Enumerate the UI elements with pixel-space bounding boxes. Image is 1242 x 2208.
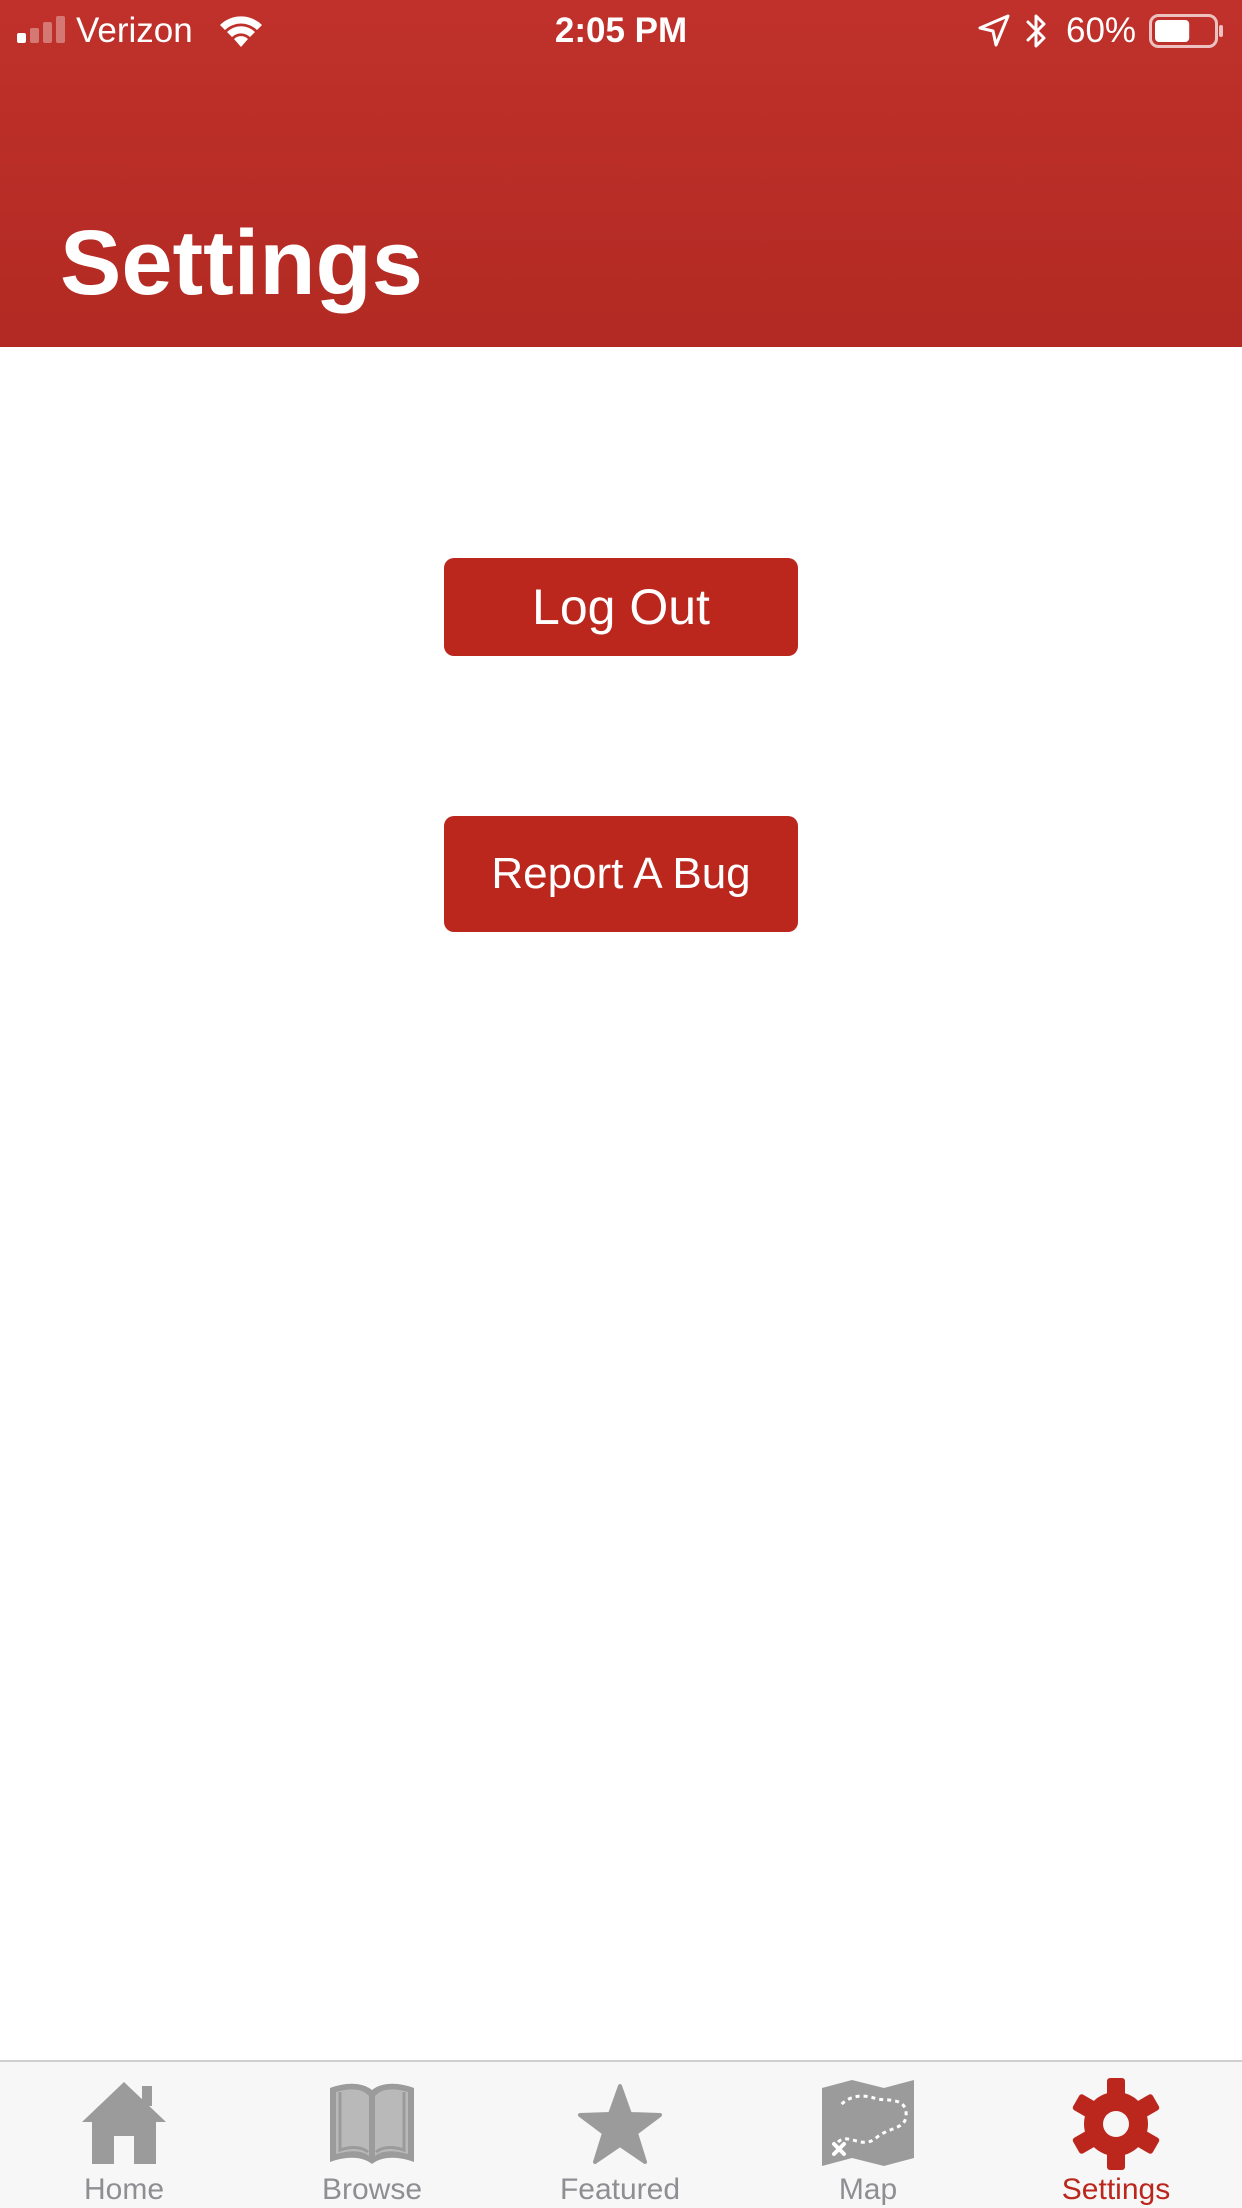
log-out-button[interactable]: Log Out: [444, 558, 798, 656]
clock: 2:05 PM: [554, 11, 688, 50]
location-arrow-icon: [978, 14, 1010, 47]
tab-featured[interactable]: Featured: [496, 2062, 744, 2208]
header: Verizon 2:05 PM 60% Settings: [0, 0, 1242, 347]
tab-label: Featured: [559, 2173, 681, 2206]
battery-percentage: 60%: [1066, 11, 1137, 50]
page-title: Settings: [60, 212, 423, 314]
star-icon: [578, 2084, 662, 2164]
home-icon: [82, 2082, 166, 2164]
book-icon: [330, 2083, 414, 2164]
map-icon: [822, 2080, 914, 2166]
tab-home[interactable]: Home: [0, 2062, 248, 2208]
gear-icon: [1072, 2078, 1160, 2170]
tab-label: Home: [83, 2173, 165, 2206]
report-bug-button[interactable]: Report A Bug: [444, 816, 798, 932]
tab-label: Map: [838, 2173, 898, 2206]
tab-map[interactable]: Map: [744, 2062, 992, 2208]
tab-settings[interactable]: Settings: [992, 2062, 1240, 2208]
tab-bar: Home Browse Featured Map Settings: [0, 2060, 1242, 2208]
status-bar: Verizon 2:05 PM 60%: [0, 0, 1242, 62]
bluetooth-icon: [1026, 14, 1046, 48]
battery-icon: [1149, 14, 1223, 48]
tab-label: Settings: [1061, 2173, 1171, 2206]
tab-label: Browse: [321, 2173, 423, 2206]
tab-browse[interactable]: Browse: [248, 2062, 496, 2208]
